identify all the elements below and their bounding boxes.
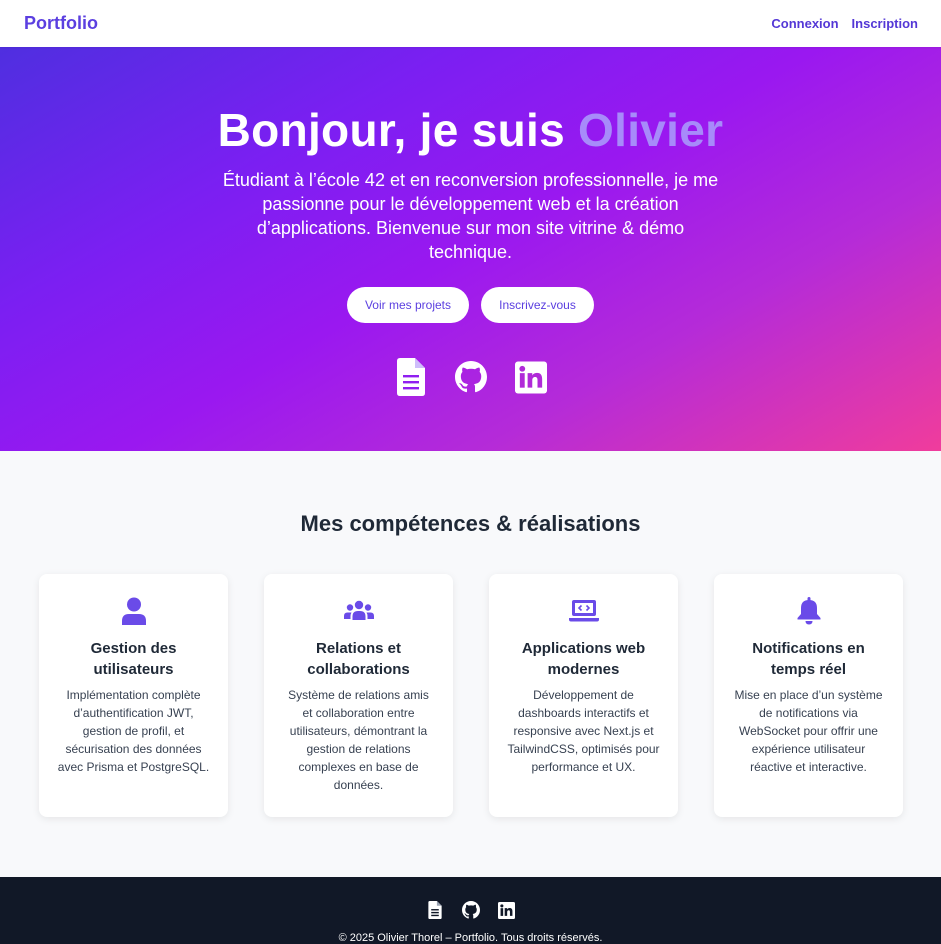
linkedin-icon[interactable] [514,357,547,397]
skill-card-title: Applications web modernes [521,640,646,678]
users-group-icon [264,596,453,626]
skill-card-title: Notifications en temps réel [752,640,865,678]
hero-section: Bonjour, je suis Olivier Étudiant à l’éc… [0,47,941,451]
skill-card-title: Gestion des utilisateurs [90,640,177,678]
skill-card: Relations et collaborations Système de r… [264,574,453,817]
user-icon [39,596,228,626]
hero-subtitle: Étudiant à l’école 42 et en reconversion… [222,170,719,262]
signup-link[interactable]: Inscription [852,16,918,31]
hero-buttons: Voir mes projets Inscrivez-vous [0,287,941,323]
login-link[interactable]: Connexion [771,16,838,31]
skill-card-description: Système de relations amis et collaborati… [288,688,429,792]
bell-icon [714,596,903,626]
skill-card-description: Développement de dashboards interactifs … [507,688,660,774]
skill-card-title: Relations et collaborations [307,640,410,678]
github-icon[interactable] [454,357,487,397]
document-icon[interactable] [426,901,444,919]
github-icon[interactable] [461,901,480,919]
signup-button[interactable]: Inscrivez-vous [481,287,594,323]
laptop-code-icon [489,596,678,626]
nav-links: Connexion Inscription [771,16,918,31]
footer-social-links [0,901,941,919]
hero-title: Bonjour, je suis Olivier [0,103,941,157]
footer-copyright: © 2025 Olivier Thorel – Portfolio. Tous … [338,932,603,944]
skill-card: Gestion des utilisateurs Implémentation … [39,574,228,817]
skills-cards: Gestion des utilisateurs Implémentation … [39,574,903,817]
skill-card: Applications web modernes Développement … [489,574,678,817]
hero-social-links [0,357,941,397]
skill-card: Notifications en temps réel Mise en plac… [714,574,903,817]
footer: © 2025 Olivier Thorel – Portfolio. Tous … [0,877,941,944]
hero-title-name: Olivier [578,104,724,156]
top-navbar: Portfolio Connexion Inscription [0,0,941,47]
skill-card-description: Implémentation complète d’authentificati… [57,688,210,774]
skills-section-title: Mes compétences & réalisations [300,511,641,536]
document-icon[interactable] [395,357,427,397]
skill-card-description: Mise en place d’un système de notificati… [734,688,883,774]
brand-logo-link[interactable]: Portfolio [24,13,98,34]
view-projects-button[interactable]: Voir mes projets [347,287,469,323]
linkedin-icon[interactable] [498,901,516,919]
hero-title-prefix: Bonjour, je suis [217,104,579,156]
